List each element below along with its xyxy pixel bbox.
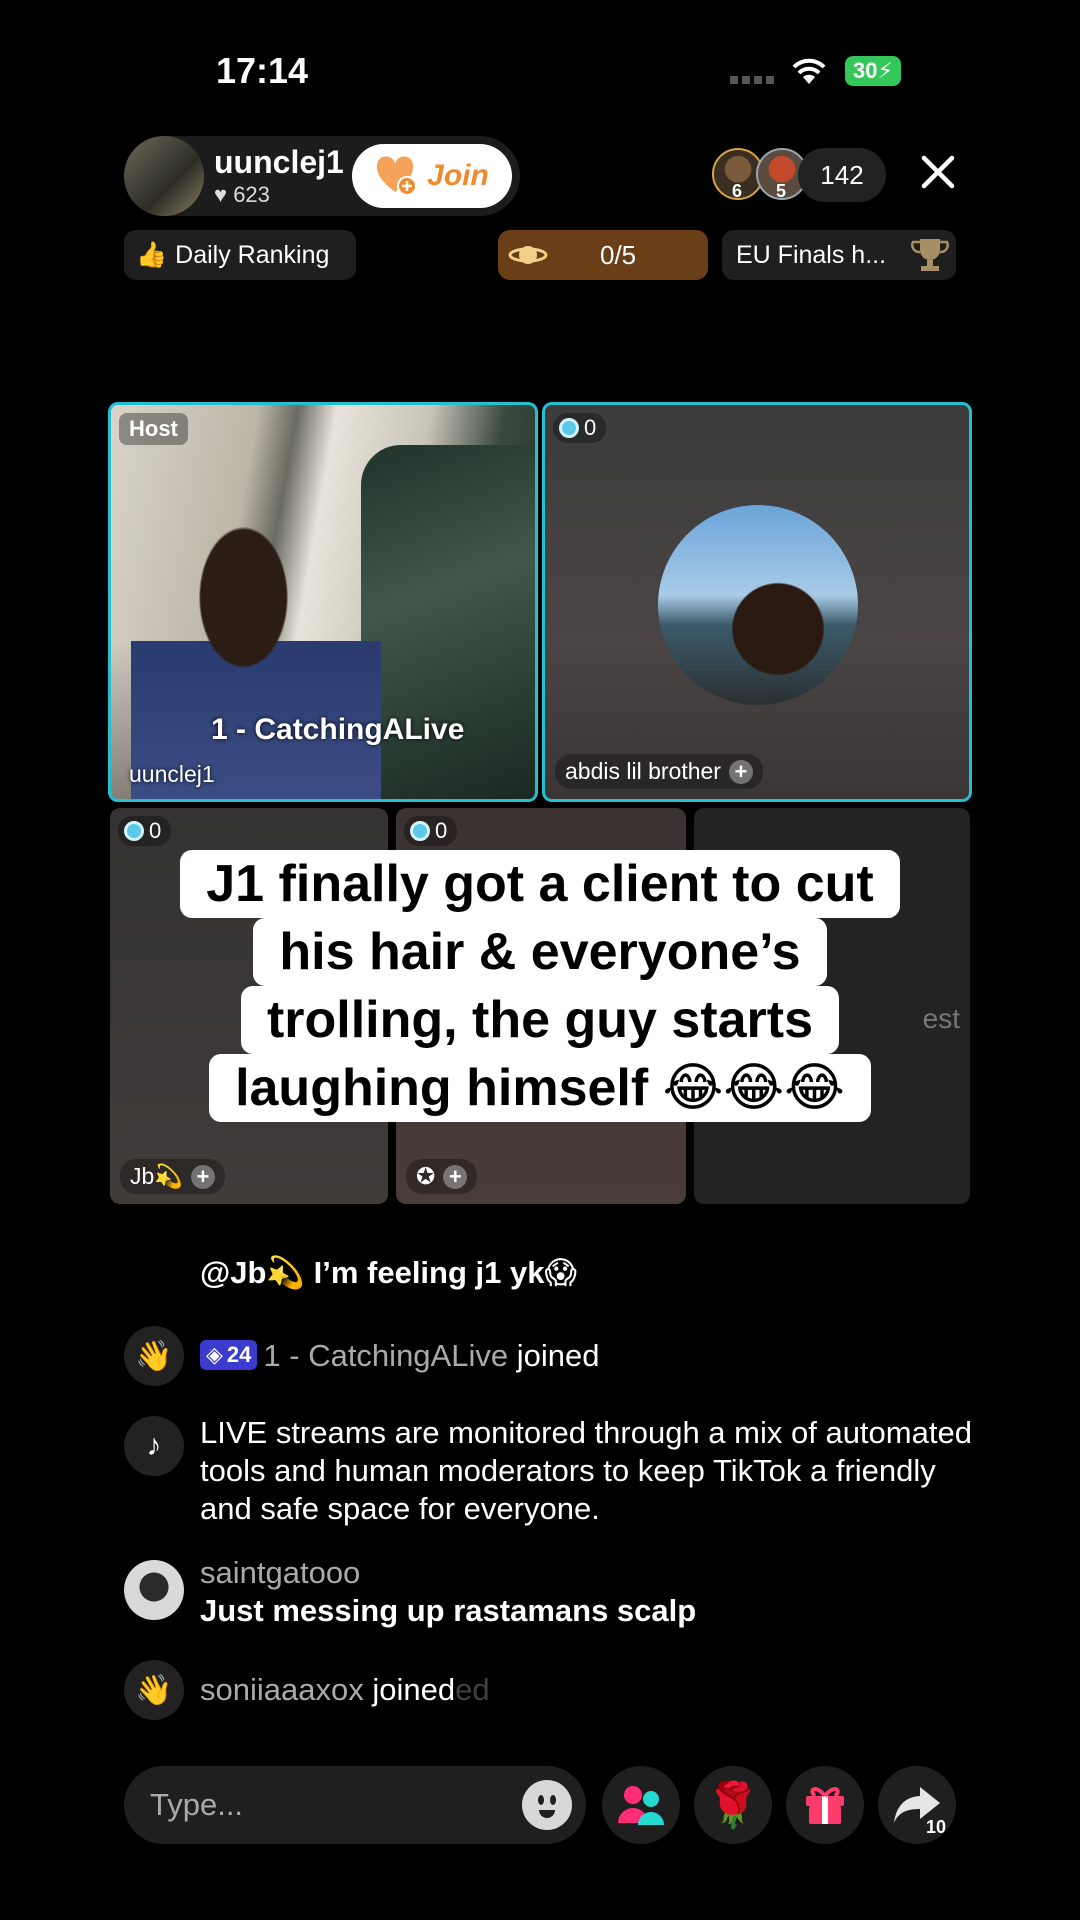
- share-count: 10: [925, 1817, 946, 1837]
- wave-icon: 👋: [124, 1660, 184, 1720]
- top-viewers[interactable]: 6 5: [712, 148, 812, 202]
- host-likes: ♥ 623: [214, 182, 270, 207]
- rose-gift-button[interactable]: 🌹: [694, 1766, 772, 1844]
- daily-ranking-pill[interactable]: 👍 Daily Ranking: [124, 230, 356, 280]
- guests-icon: [618, 1786, 664, 1825]
- score-badge: 0: [118, 816, 172, 846]
- goal-pill[interactable]: 0/5: [498, 230, 708, 280]
- host-name: uunclej1: [214, 144, 344, 180]
- comment-user[interactable]: saintgatooo: [200, 1554, 696, 1592]
- rose-icon: 🌹: [705, 1781, 761, 1830]
- host-info-pill[interactable]: uunclej1 ♥ 623 Join: [124, 136, 520, 216]
- comment-action: joined: [372, 1672, 456, 1707]
- badge-icon: ✪: [416, 1163, 436, 1189]
- score-icon: [559, 418, 579, 438]
- caption-line: J1 finally got a client to cut: [180, 850, 900, 918]
- share-button[interactable]: 10: [878, 1766, 956, 1844]
- comment-input[interactable]: Type...: [124, 1766, 586, 1844]
- level-badge: ◈ 24: [200, 1340, 258, 1370]
- daily-ranking-label: Daily Ranking: [175, 240, 330, 269]
- guest-tile[interactable]: 0 abdis lil brother +: [542, 402, 972, 802]
- goal-progress: 0/5: [600, 239, 637, 270]
- guest-name-pill[interactable]: abdis lil brother +: [555, 754, 763, 789]
- event-pill[interactable]: EU Finals h...: [722, 230, 956, 280]
- event-label: EU Finals h...: [736, 240, 887, 269]
- commenter-avatar[interactable]: [124, 1560, 184, 1620]
- score-icon: [124, 821, 144, 841]
- comment-action: joined: [516, 1338, 600, 1373]
- wifi-icon: [792, 58, 826, 84]
- wave-icon: 👋: [124, 1326, 184, 1386]
- tiktok-icon: ♪: [124, 1416, 184, 1476]
- host-overlay-text: 1 - CatchingALive: [211, 713, 465, 746]
- host-video-tile[interactable]: Host 1 - CatchingALive uunclej1: [108, 402, 538, 802]
- comment-user[interactable]: 1 - CatchingALive: [263, 1338, 508, 1373]
- guest-name-pill[interactable]: ✪ +: [406, 1159, 478, 1194]
- host-avatar[interactable]: [124, 136, 204, 216]
- comment-input-placeholder: Type...: [150, 1787, 244, 1822]
- battery-icon: 30 ⚡: [845, 56, 901, 86]
- planet-icon: [508, 246, 548, 264]
- battery-level: 30: [853, 58, 878, 83]
- join-label: Join: [427, 159, 489, 192]
- follow-plus-icon[interactable]: +: [728, 759, 753, 784]
- comment-user[interactable]: soniiaaaxox: [200, 1672, 364, 1707]
- thumbs-up-icon: 👍: [136, 240, 168, 269]
- comment-fade-text: ed: [455, 1672, 490, 1707]
- signal-icon: [730, 76, 774, 84]
- emoji-icon[interactable]: [522, 1780, 572, 1830]
- multi-guest-button[interactable]: [602, 1766, 680, 1844]
- caption-line: trolling, the guy starts: [240, 986, 840, 1054]
- join-button[interactable]: Join: [352, 144, 512, 208]
- video-frame: [361, 445, 535, 799]
- guest-avatar[interactable]: [658, 505, 858, 705]
- comment-text: @Jb💫 I’m feeling j1 yk😱: [200, 1255, 577, 1290]
- host-badge: Host: [119, 413, 188, 445]
- gift-icon: [806, 1787, 844, 1824]
- trophy-icon: [911, 239, 949, 271]
- host-tile-name: uunclej1: [129, 761, 215, 787]
- guest-name-pill[interactable]: Jb💫 +: [120, 1159, 225, 1194]
- score-badge: 0: [553, 413, 607, 443]
- score-badge: 0: [404, 816, 458, 846]
- comment-text: Just messing up rastamans scalp: [200, 1593, 697, 1628]
- follow-plus-icon[interactable]: +: [443, 1164, 468, 1189]
- heart-icon: ♥: [214, 182, 228, 207]
- close-icon[interactable]: [918, 152, 958, 192]
- caption-overlay: J1 finally got a client to cut his hair …: [0, 850, 1080, 1122]
- score-icon: [410, 821, 430, 841]
- follow-plus-icon[interactable]: +: [190, 1164, 215, 1189]
- viewer-count[interactable]: 142: [798, 148, 886, 202]
- moderation-notice: LIVE streams are monitored through a mix…: [200, 1415, 972, 1526]
- gift-button[interactable]: [786, 1766, 864, 1844]
- status-time: 17:14: [216, 50, 309, 91]
- guest-name: Jb💫: [130, 1163, 183, 1189]
- caption-line: laughing himself 😂😂😂: [209, 1054, 871, 1122]
- heart-plus-icon: [377, 156, 418, 196]
- guest-name: abdis lil brother: [565, 758, 721, 784]
- caption-line: his hair & everyone’s: [253, 918, 827, 986]
